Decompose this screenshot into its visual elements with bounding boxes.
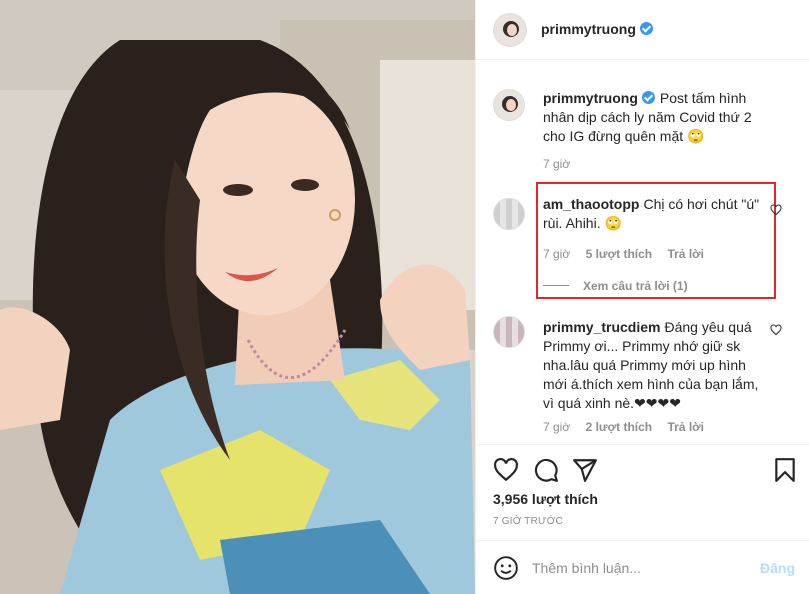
comment-meta: 7 giờ 5 lượt thích Trả lời [543, 247, 716, 261]
comment-input[interactable] [532, 557, 752, 579]
view-replies-button[interactable]: Xem câu trả lời (1) [543, 279, 688, 293]
comment-time[interactable]: 7 giờ [543, 247, 570, 261]
bookmark-icon[interactable] [772, 457, 798, 483]
heart-icon[interactable] [493, 457, 519, 483]
commenter-avatar[interactable] [493, 198, 525, 230]
caption-username[interactable]: primmytruong [543, 90, 638, 106]
post-photo[interactable] [0, 0, 475, 594]
caption-time[interactable]: 7 giờ [543, 157, 570, 171]
comment-like-heart-icon[interactable] [770, 204, 782, 216]
post-comment-button[interactable]: Đăng [760, 560, 795, 576]
view-replies-label[interactable]: Xem câu trả lời (1) [583, 279, 688, 293]
emoji-icon[interactable] [493, 555, 519, 581]
author-username[interactable]: primmytruong [541, 21, 653, 37]
comment-like-heart-icon[interactable] [770, 324, 782, 336]
post-timestamp[interactable]: 7 GIỜ TRƯỚC [493, 516, 563, 527]
comment-text: am_thaootopp Chị có hơi chút "ú" rùi. Ahi… [543, 195, 773, 233]
commenter-avatar[interactable] [493, 316, 525, 348]
comment-meta: 7 giờ 2 lượt thích Trả lời [543, 420, 716, 434]
verified-badge-icon [639, 22, 653, 35]
caption-avatar[interactable] [493, 89, 525, 121]
verified-badge-icon [641, 91, 655, 104]
add-comment-bar: Đăng [476, 540, 809, 594]
caption-text: primmytruong Post tấm hình nhân dịp cách … [543, 89, 773, 146]
replies-divider [543, 285, 569, 286]
comments-list[interactable]: primmytruong Post tấm hình nhân dịp cách … [476, 61, 809, 444]
commenter-username[interactable]: primmy_trucdiem [543, 319, 660, 335]
post-sidebar: primmytruong primmytruong Post tấm hình n… [475, 0, 809, 594]
like-count[interactable]: 3,956 lượt thích [493, 491, 598, 507]
comment-time[interactable]: 7 giờ [543, 420, 570, 434]
caption-meta: 7 giờ [543, 157, 582, 171]
comment-icon[interactable] [533, 457, 559, 483]
reply-button[interactable]: Trả lời [667, 420, 704, 434]
share-icon[interactable] [572, 457, 598, 483]
comment-likes[interactable]: 2 lượt thích [586, 420, 653, 434]
author-username-text[interactable]: primmytruong [541, 21, 636, 37]
selfie-illustration [0, 0, 475, 594]
post-header: primmytruong [476, 0, 809, 60]
comment-likes[interactable]: 5 lượt thích [586, 247, 653, 261]
commenter-username[interactable]: am_thaootopp [543, 196, 639, 212]
author-avatar[interactable] [493, 13, 527, 47]
instagram-post-window: primmytruong primmytruong Post tấm hình n… [0, 0, 809, 594]
reply-button[interactable]: Trả lời [667, 247, 704, 261]
comment-text: primmy_trucdiem Đáng yêu quá Primmy ơi...… [543, 318, 773, 413]
post-actions: 3,956 lượt thích 7 GIỜ TRƯỚC [476, 444, 809, 540]
